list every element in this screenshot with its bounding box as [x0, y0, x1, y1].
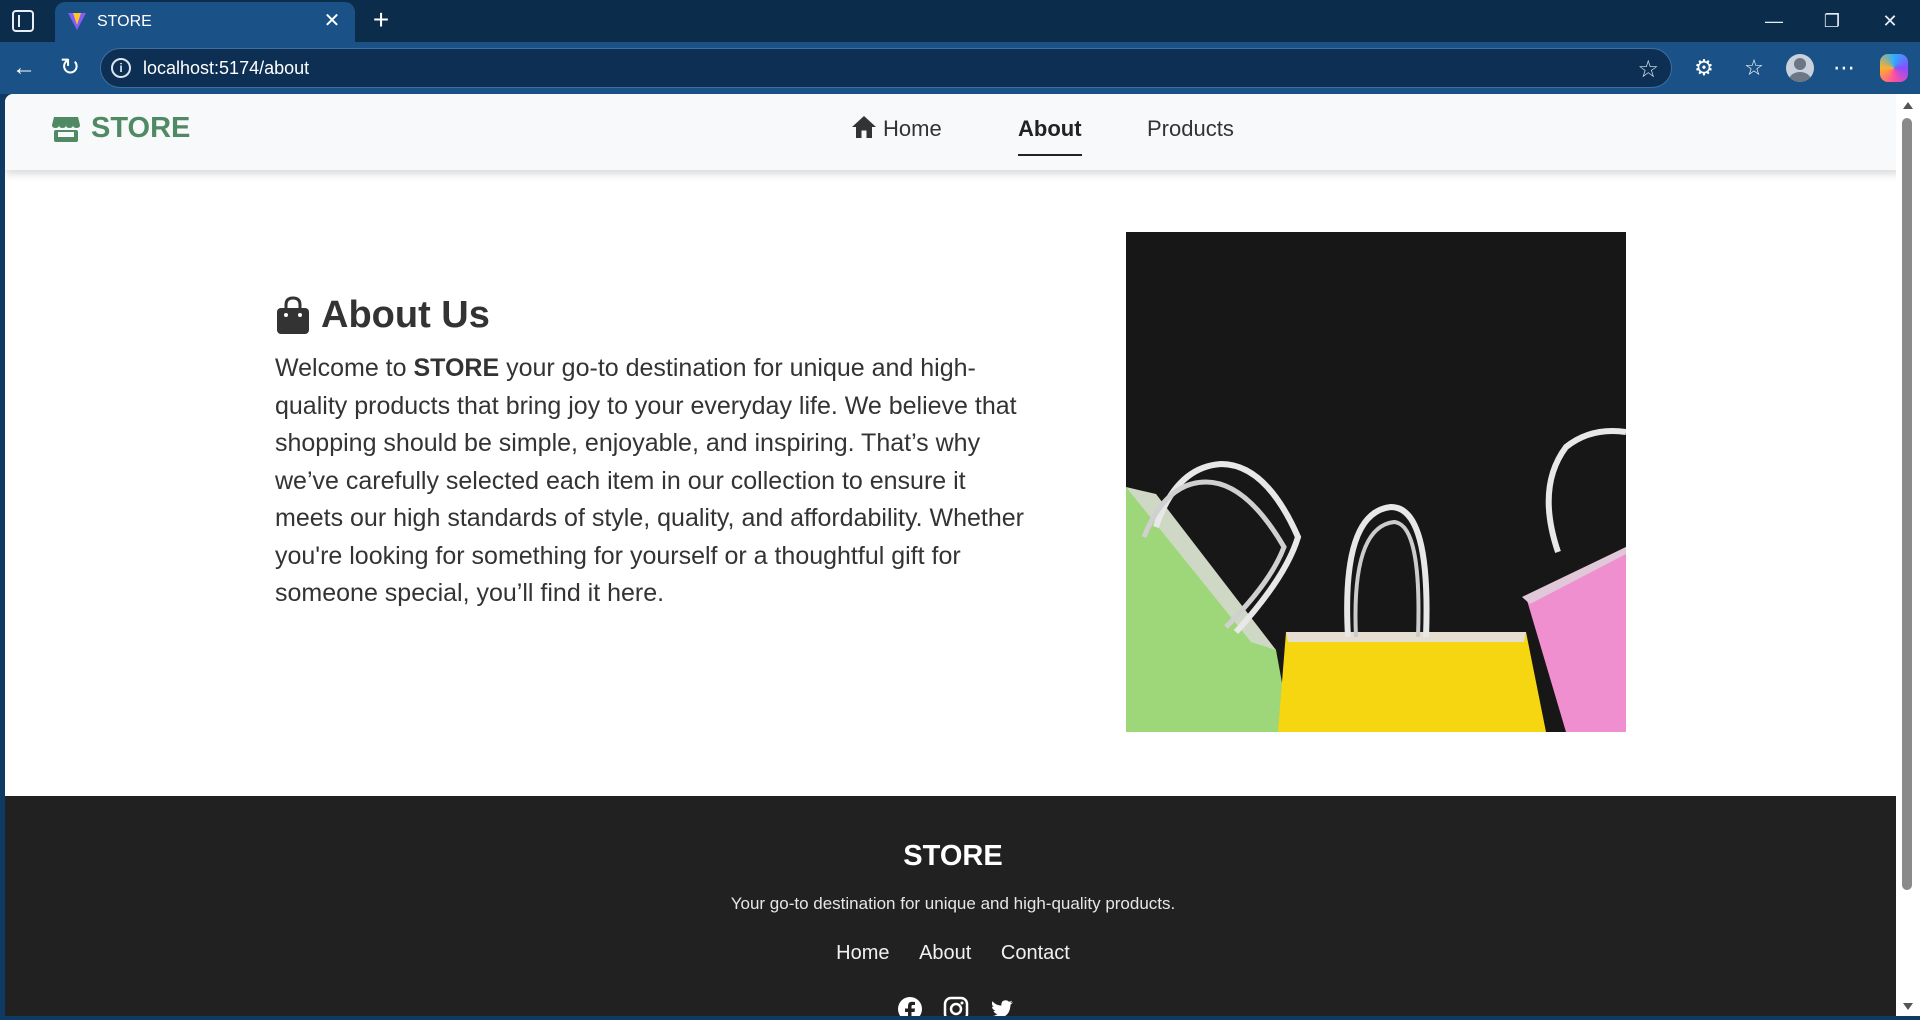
page-title: About Us [321, 294, 490, 336]
scroll-down-icon[interactable] [1903, 1003, 1913, 1010]
minimize-icon[interactable]: — [1752, 6, 1796, 36]
tab-title: STORE [97, 13, 152, 30]
about-intro-start: Welcome to [275, 354, 414, 382]
more-options-icon[interactable]: ⋯ [1828, 52, 1860, 84]
new-tab-button[interactable]: + [364, 4, 398, 38]
footer-link-home[interactable]: Home [836, 942, 889, 964]
footer-link-contact[interactable]: Contact [1001, 942, 1070, 964]
page-viewport: STORE Home About Products About Us Welco… [5, 94, 1901, 1016]
about-intro-rest: your go-to destination for unique and hi… [275, 354, 1025, 607]
footer-brand: STORE [903, 840, 1003, 872]
brand-name: STORE [91, 112, 191, 144]
url-text[interactable]: localhost:5174/about [143, 58, 309, 79]
nav-home-label: Home [883, 116, 942, 141]
site-info-icon[interactable]: i [111, 58, 131, 78]
back-icon[interactable]: ← [8, 52, 40, 84]
footer-link-about[interactable]: About [919, 942, 971, 964]
browser-tab[interactable]: STORE ✕ [55, 2, 355, 42]
about-heading: About Us [275, 294, 490, 337]
tab-actions-icon[interactable] [12, 10, 34, 32]
vite-favicon-icon [68, 13, 86, 30]
favorites-icon[interactable]: ☆ [1738, 52, 1770, 84]
profile-avatar[interactable] [1786, 54, 1814, 82]
nav-products[interactable]: Products [1147, 112, 1234, 146]
footer-tagline: Your go-to destination for unique and hi… [730, 894, 1176, 913]
twitter-icon[interactable] [989, 996, 1015, 1016]
nav-about[interactable]: About [1018, 112, 1082, 156]
browser-tab-bar: STORE ✕ + — ❐ ✕ [0, 0, 1920, 42]
page-scrollbar[interactable] [1896, 94, 1920, 1016]
address-bar[interactable]: i localhost:5174/about ☆ [100, 48, 1672, 88]
shopping-bags-image [1126, 232, 1626, 732]
nav-home[interactable]: Home [851, 112, 942, 146]
restore-icon[interactable]: ❐ [1810, 6, 1854, 36]
scrollbar-thumb[interactable] [1902, 118, 1912, 890]
window-close-icon[interactable]: ✕ [1868, 6, 1912, 36]
extensions-icon[interactable]: ⚙ [1688, 52, 1720, 84]
site-footer: STORE Your go-to destination for unique … [5, 796, 1901, 1016]
instagram-icon[interactable] [943, 996, 969, 1016]
brand-logo[interactable]: STORE [51, 112, 190, 145]
copilot-icon[interactable] [1880, 54, 1908, 82]
store-icon [52, 116, 80, 142]
footer-links: Home About Contact [5, 942, 1901, 965]
about-brand-name: STORE [413, 354, 500, 382]
facebook-icon[interactable] [897, 996, 923, 1016]
browser-toolbar: ← ↻ i localhost:5174/about ☆ ⚙ ☆ ⋯ [0, 42, 1920, 94]
favorite-star-icon[interactable]: ☆ [1637, 55, 1659, 84]
reload-icon[interactable]: ↻ [54, 52, 86, 84]
about-description: Welcome to STORE your go-to destination … [275, 350, 1035, 613]
home-icon [852, 116, 876, 138]
tab-close-icon[interactable]: ✕ [319, 8, 345, 34]
site-navbar: STORE Home About Products [5, 94, 1901, 170]
shopping-bag-icon [277, 295, 309, 334]
scroll-up-icon[interactable] [1903, 102, 1913, 109]
